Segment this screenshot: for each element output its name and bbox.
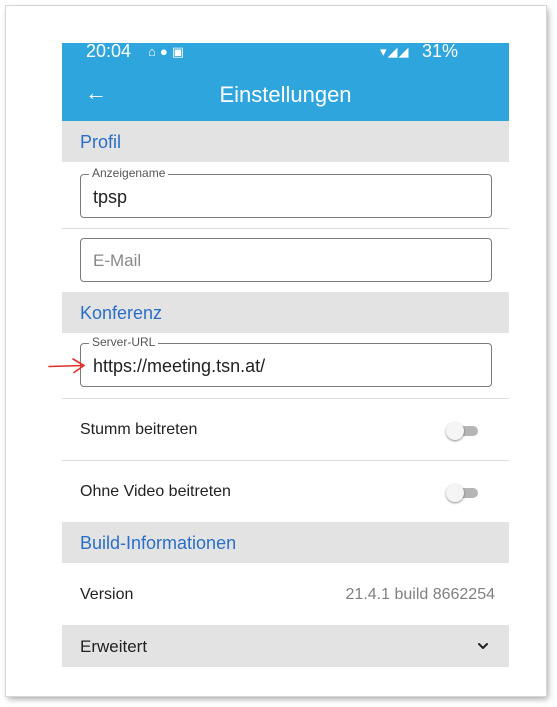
field-value: https://meeting.tsn.at/ xyxy=(93,356,266,376)
section-label: Konferenz xyxy=(80,303,163,323)
version-label: Version xyxy=(80,586,134,603)
server-url-field[interactable]: Server-URL https://meeting.tsn.at/ xyxy=(80,336,492,387)
display-name-field[interactable]: Anzeigename tpsp xyxy=(80,167,492,218)
advanced-label: Erweitert xyxy=(80,637,148,656)
toggle-thumb xyxy=(446,422,464,440)
chevron-down-icon xyxy=(478,643,488,649)
mute-toggle[interactable] xyxy=(446,422,478,440)
red-arrow-icon xyxy=(48,358,85,374)
divider xyxy=(62,460,509,461)
field-placeholder: E-Mail xyxy=(93,251,142,270)
no-video-toggle[interactable] xyxy=(446,484,478,502)
field-label: Server-URL xyxy=(89,336,159,349)
toggle-label: Stumm beitreten xyxy=(80,421,198,438)
version-row: Version 21.4.1 build 8662254 xyxy=(62,566,509,624)
advanced-expander[interactable]: Erweitert xyxy=(62,625,509,667)
toggle-label: Ohne Video beitreten xyxy=(80,483,231,500)
battery-level: 31% xyxy=(422,43,459,61)
field-label: Anzeigename xyxy=(89,167,169,180)
status-time: 20:04 xyxy=(86,43,132,61)
field-value: tpsp xyxy=(93,187,128,207)
mute-toggle-row[interactable]: Stumm beitreten xyxy=(62,401,509,459)
page-title: Einstellungen xyxy=(219,82,352,107)
no-video-toggle-row[interactable]: Ohne Video beitreten xyxy=(62,463,509,521)
signal-icon: ▾◢◢ xyxy=(380,44,410,59)
email-field[interactable]: E-Mail xyxy=(80,238,492,282)
toggle-thumb xyxy=(446,484,464,502)
section-header-profil: Profil xyxy=(62,121,509,162)
divider xyxy=(62,398,509,399)
app-bar: ← Einstellungen xyxy=(62,69,509,121)
section-label: Build-Informationen xyxy=(80,533,237,553)
status-bar: 20:04 ⌂●▣ ▾◢◢ 31% xyxy=(62,43,509,69)
section-header-build: Build-Informationen xyxy=(62,522,509,563)
version-value: 21.4.1 build 8662254 xyxy=(345,586,495,603)
section-label: Profil xyxy=(80,132,122,152)
status-icons: ⌂●▣ xyxy=(148,44,188,59)
section-header-konferenz: Konferenz xyxy=(62,292,509,333)
divider xyxy=(62,228,509,229)
